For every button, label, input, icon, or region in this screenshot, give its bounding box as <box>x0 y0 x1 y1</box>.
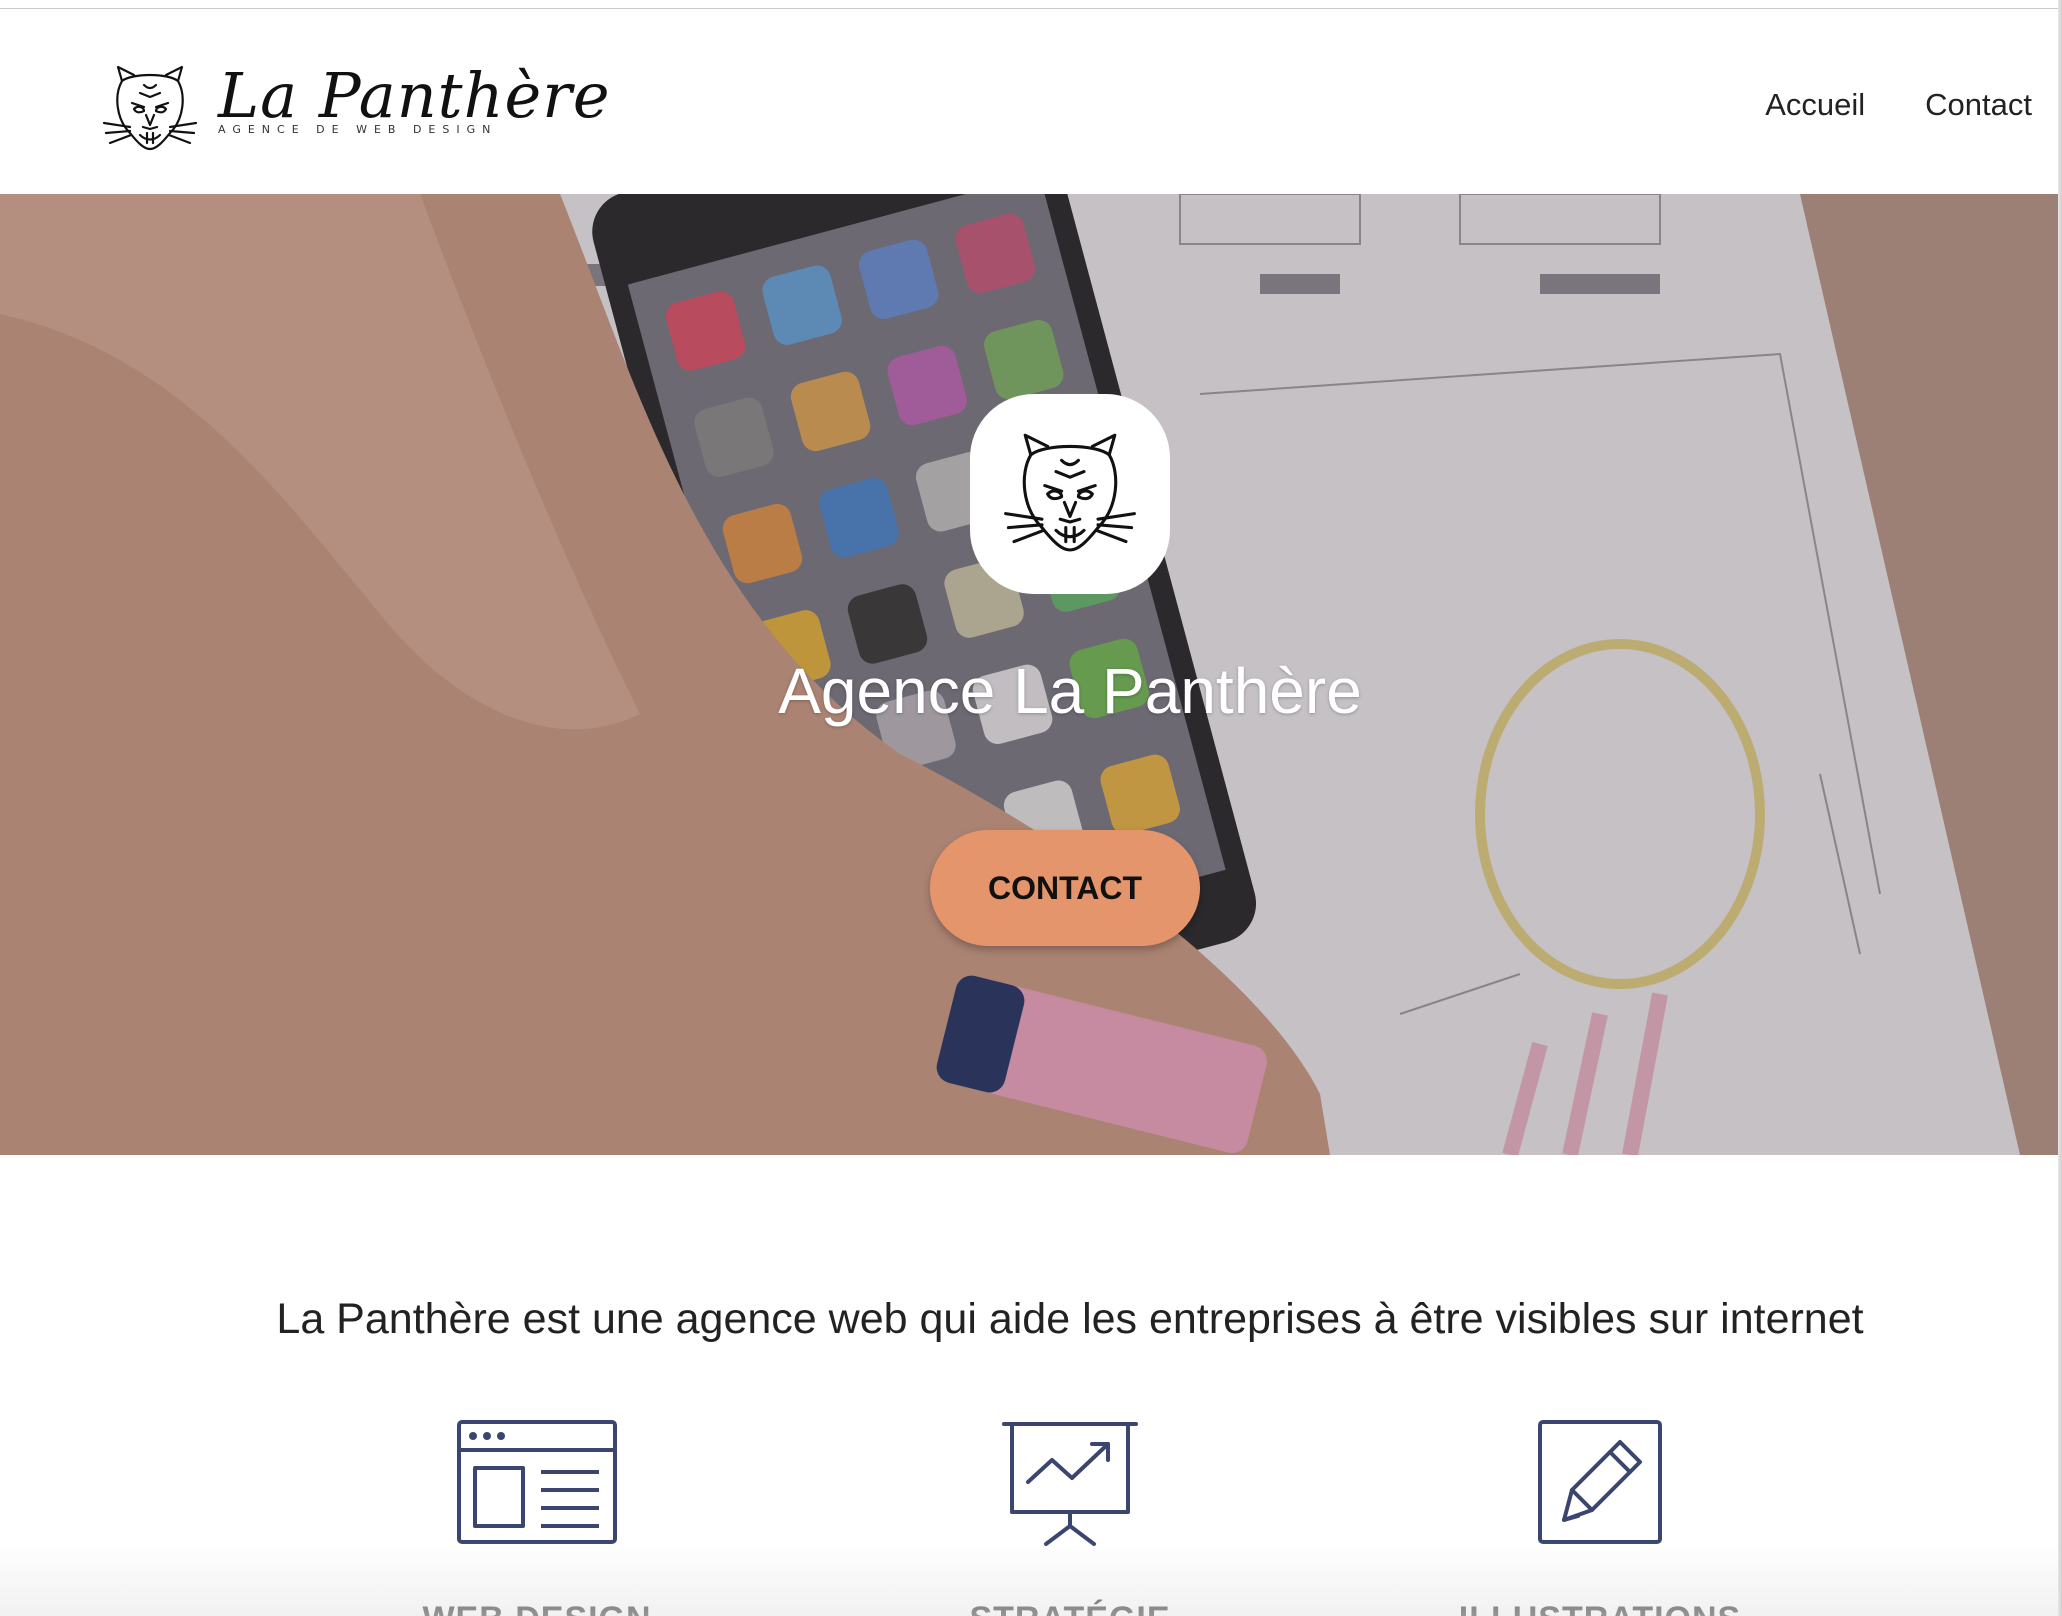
logo-subtitle: AGENCE DE WEB DESIGN <box>218 123 498 136</box>
service-label-strategie: STRATÉGIE <box>900 1600 1240 1616</box>
service-label-illustrations: ILLUSTRATIONS <box>1430 1600 1770 1616</box>
site-logo[interactable]: La Panthère AGENCE DE WEB DESIGN <box>100 59 610 159</box>
page: La Panthère AGENCE DE WEB DESIGN Accueil… <box>0 0 2058 1616</box>
presentation-chart-icon <box>1002 1422 1138 1546</box>
service-web-design: WEB DESIGN <box>367 1420 707 1616</box>
nav-link-accueil[interactable]: Accueil <box>1765 87 1865 123</box>
browser-layout-icon <box>457 1420 617 1544</box>
hero-section: Agence La Panthère CONTACT <box>0 194 2058 1155</box>
hero-title: Agence La Panthère <box>778 655 1362 727</box>
service-illustrations: ILLUSTRATIONS <box>1430 1420 1770 1616</box>
contact-button[interactable]: CONTACT <box>930 830 1200 946</box>
window-right-edge <box>2058 0 2062 1616</box>
intro-text: La Panthère est une agence web qui aide … <box>276 1295 1864 1343</box>
service-label-web-design: WEB DESIGN <box>367 1600 707 1616</box>
site-header: La Panthère AGENCE DE WEB DESIGN Accueil… <box>0 9 2058 194</box>
service-strategie: STRATÉGIE <box>900 1420 1240 1616</box>
pencil-icon <box>1538 1420 1662 1544</box>
nav-link-contact[interactable]: Contact <box>1925 87 2032 123</box>
panther-head-icon <box>1004 433 1136 552</box>
logo-title: La Panthère <box>218 59 611 132</box>
hero-logo-badge <box>970 394 1170 594</box>
panther-logo-icon <box>102 65 198 151</box>
main-nav: Accueil Contact <box>1765 87 2032 123</box>
